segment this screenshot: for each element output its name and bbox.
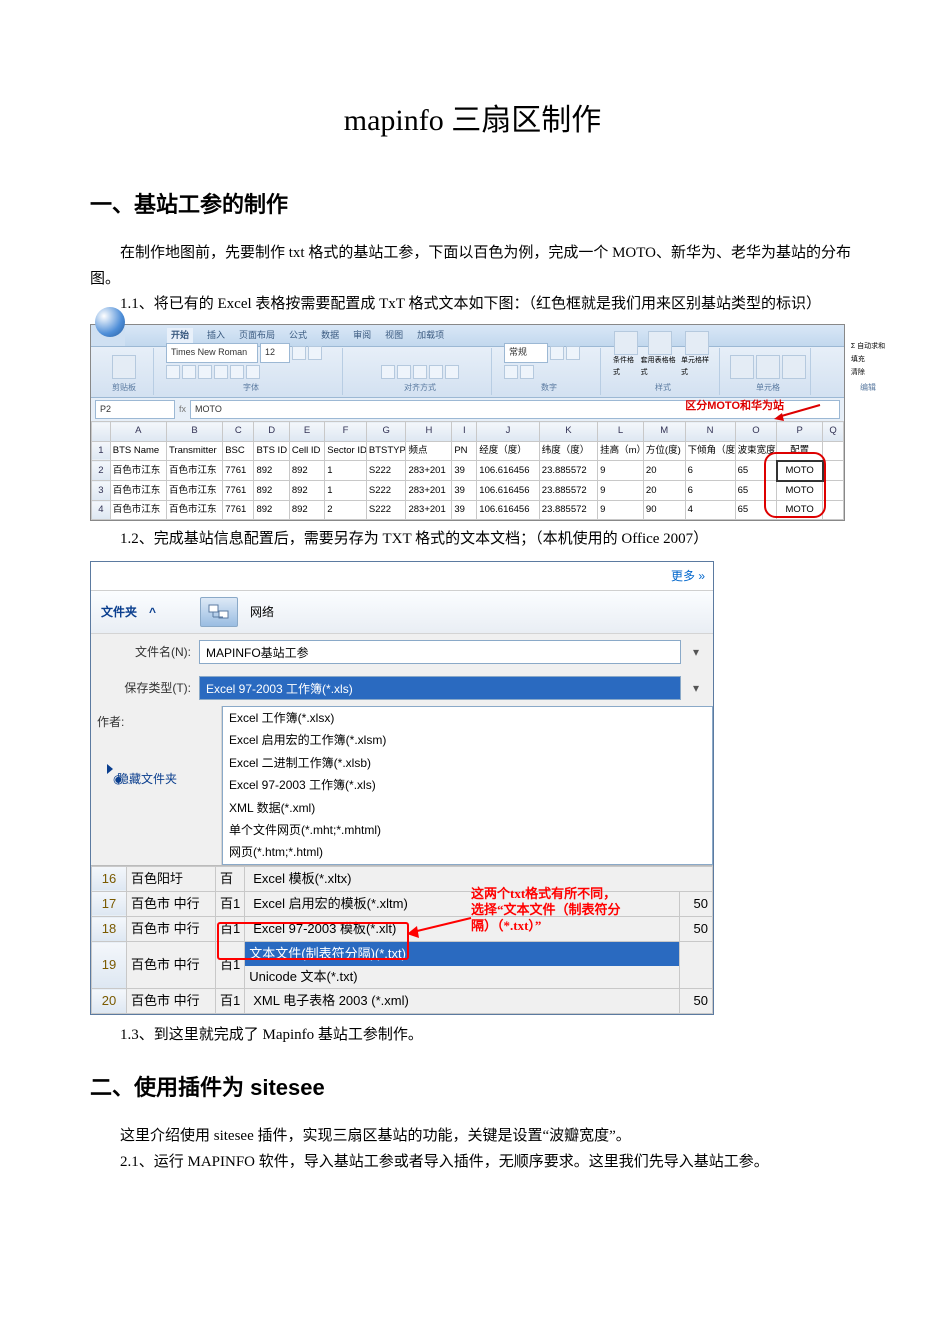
tab-pagelayout[interactable]: 页面布局 bbox=[239, 328, 275, 343]
sheet-peek: 16 百色阳圩 百 Excel 模板(*.xltx) 17 百色市 中行 百1 … bbox=[91, 865, 713, 1015]
clear-label[interactable]: 清除 bbox=[851, 367, 865, 379]
font-size[interactable]: 12 bbox=[260, 343, 290, 362]
cell-style-icon[interactable] bbox=[685, 331, 709, 355]
excel-screenshot: 开始 插入 页面布局 公式 数据 审阅 视图 加载项 剪贴板 Times New… bbox=[90, 324, 845, 521]
cell-style-label: 单元格样式 bbox=[681, 355, 713, 379]
filename-label: 文件名(N): bbox=[101, 642, 191, 662]
table-format-icon[interactable] bbox=[648, 331, 672, 355]
inc-dec-icon[interactable] bbox=[504, 365, 518, 379]
savetype-dropdown[interactable]: Excel 工作簿(*.xlsx) Excel 启用宏的工作簿(*.xlsm) … bbox=[222, 706, 713, 865]
number-format[interactable]: 常规 bbox=[504, 343, 548, 362]
more-link[interactable]: 更多 » bbox=[91, 562, 713, 591]
table-row: 3百色市江东百色市江东 7761892892 1S222283+201 3910… bbox=[92, 481, 844, 501]
network-icon[interactable] bbox=[200, 597, 238, 627]
percent-icon[interactable] bbox=[550, 346, 564, 360]
tab-view[interactable]: 视图 bbox=[385, 328, 403, 343]
savetype-label: 保存类型(T): bbox=[101, 678, 191, 698]
wrap-text-icon[interactable] bbox=[429, 365, 443, 379]
col-header-row: AB CDE FGH IJK LMN OPQ bbox=[92, 422, 844, 441]
align-center-icon[interactable] bbox=[397, 365, 411, 379]
tab-review[interactable]: 审阅 bbox=[353, 328, 371, 343]
author-label: 作者: bbox=[97, 715, 124, 729]
italic-icon[interactable] bbox=[182, 365, 196, 379]
filename-input[interactable]: MAPINFO基站工参 bbox=[199, 640, 681, 664]
chevron-up-icon[interactable]: ^ bbox=[149, 602, 156, 622]
network-label[interactable]: 网络 bbox=[250, 602, 274, 622]
dec-dec-icon[interactable] bbox=[520, 365, 534, 379]
header-data-row: 1BTS NameTransmitter BSCBTS IDCell ID Se… bbox=[92, 441, 844, 461]
folders-label[interactable]: 文件夹 bbox=[101, 602, 137, 622]
align-right-icon[interactable] bbox=[413, 365, 427, 379]
office-orb-icon bbox=[95, 307, 125, 337]
autosum-label[interactable]: Σ 自动求和 bbox=[851, 341, 885, 353]
table-format-label: 套用表格格式 bbox=[641, 355, 679, 379]
list-item[interactable]: Unicode 文本(*.txt) bbox=[245, 966, 679, 988]
group-clipboard: 剪贴板 bbox=[112, 381, 136, 395]
delete-cells-icon[interactable] bbox=[756, 355, 780, 379]
paste-icon[interactable] bbox=[112, 355, 136, 379]
paragraph-4: 1.3、到这里就完成了 Mapinfo 基站工参制作。 bbox=[90, 1023, 855, 1049]
hide-folders-toggle[interactable]: 隐藏文件夹 bbox=[97, 760, 215, 793]
name-box[interactable]: P2 bbox=[95, 400, 175, 419]
tab-data[interactable]: 数据 bbox=[321, 328, 339, 343]
font-color-icon[interactable] bbox=[246, 365, 260, 379]
tab-insert[interactable]: 插入 bbox=[207, 328, 225, 343]
tab-formulas[interactable]: 公式 bbox=[289, 328, 307, 343]
cond-format-icon[interactable] bbox=[614, 331, 638, 355]
table-row: 4百色市江东百色市江东 7761892892 2S222283+201 3910… bbox=[92, 501, 844, 520]
section-2-heading: 二、使用插件为 sitesee bbox=[90, 1069, 855, 1106]
paragraph-5: 这里介绍使用 sitesee 插件，实现三扇区基站的功能，关键是设置“波瓣宽度”… bbox=[90, 1124, 855, 1150]
list-item[interactable]: XML 电子表格 2003 (*.xml) bbox=[249, 990, 675, 1012]
group-number: 数字 bbox=[541, 381, 557, 395]
align-left-icon[interactable] bbox=[381, 365, 395, 379]
border-icon[interactable] bbox=[214, 365, 228, 379]
paragraph-1: 在制作地图前，先要制作 txt 格式的基站工参，下面以百色为例，完成一个 MOT… bbox=[90, 241, 855, 292]
underline-icon[interactable] bbox=[198, 365, 212, 379]
paragraph-6: 2.1、运行 MAPINFO 软件，导入基站工参或者导入插件，无顺序要求。这里我… bbox=[90, 1150, 855, 1176]
bold-icon[interactable] bbox=[166, 365, 180, 379]
red-annotation-1: 区分MOTO和华为站 bbox=[685, 397, 784, 416]
merge-icon[interactable] bbox=[445, 365, 459, 379]
dropdown-icon[interactable]: ▾ bbox=[689, 678, 703, 698]
excel-grid[interactable]: AB CDE FGH IJK LMN OPQ 1BTS NameTransmit… bbox=[91, 421, 844, 520]
document-title: mapinfo 三扇区制作 bbox=[90, 95, 855, 146]
group-font: 字体 bbox=[243, 381, 259, 395]
section-1-heading: 一、基站工参的制作 bbox=[90, 186, 855, 223]
list-item[interactable]: Excel 97-2003 工作簿(*.xls) bbox=[223, 774, 712, 796]
list-item[interactable]: Excel 启用宏的工作簿(*.xlsm) bbox=[223, 729, 712, 751]
paragraph-2: 1.1、将已有的 Excel 表格按需要配置成 TxT 格式文本如下图：（红色框… bbox=[90, 292, 855, 318]
red-annotation-2: 这两个txt格式有所不同， 选择“文本文件（制表符分 隔）（*.txt）” bbox=[471, 886, 691, 935]
red-box-icon bbox=[217, 922, 409, 960]
fill-label[interactable]: 填充 bbox=[851, 354, 865, 366]
table-row: 2百色市江东百色市江东 7761892892 1S222283+201 3910… bbox=[92, 461, 844, 481]
group-cells: 单元格 bbox=[756, 381, 780, 395]
ribbon-body: 剪贴板 Times New Roman 12 字体 bbox=[91, 346, 844, 398]
list-item[interactable]: XML 数据(*.xml) bbox=[223, 797, 712, 819]
comma-icon[interactable] bbox=[566, 346, 580, 360]
dropdown-icon[interactable]: ▾ bbox=[689, 642, 703, 662]
list-item[interactable]: Excel 工作簿(*.xlsx) bbox=[223, 707, 712, 729]
cond-format-label: 条件格式 bbox=[613, 355, 639, 379]
format-cells-icon[interactable] bbox=[782, 355, 806, 379]
group-align: 对齐方式 bbox=[404, 381, 436, 395]
list-item[interactable]: Excel 二进制工作簿(*.xlsb) bbox=[223, 752, 712, 774]
insert-cells-icon[interactable] bbox=[730, 355, 754, 379]
fill-color-icon[interactable] bbox=[230, 365, 244, 379]
saveas-screenshot: 更多 » 文件夹 ^ 网络 文件名(N): MAPINFO基站工参 ▾ 保存类型… bbox=[90, 561, 714, 1016]
decrease-font-icon[interactable] bbox=[308, 346, 322, 360]
group-styles: 样式 bbox=[655, 381, 671, 395]
group-editing: 编辑 bbox=[860, 381, 876, 395]
tab-addins[interactable]: 加载项 bbox=[417, 328, 444, 343]
increase-font-icon[interactable] bbox=[292, 346, 306, 360]
paragraph-3: 1.2、完成基站信息配置后，需要另存为 TXT 格式的文本文档；（本机使用的 O… bbox=[90, 527, 855, 553]
tab-home[interactable]: 开始 bbox=[167, 328, 193, 343]
list-item[interactable]: 网页(*.htm;*.html) bbox=[223, 841, 712, 863]
list-item[interactable]: 单个文件网页(*.mht;*.mhtml) bbox=[223, 819, 712, 841]
font-name[interactable]: Times New Roman bbox=[166, 343, 258, 362]
savetype-select[interactable]: Excel 97-2003 工作簿(*.xls) bbox=[199, 676, 681, 700]
